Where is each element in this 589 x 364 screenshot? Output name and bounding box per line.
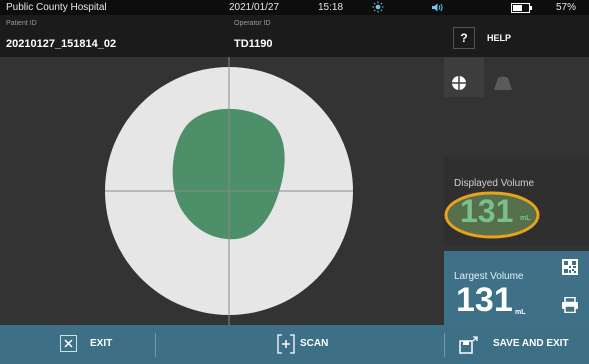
largest-volume-unit: mL bbox=[515, 309, 526, 316]
status-bar: Public County Hospital 2021/01/27 15:18 … bbox=[0, 0, 589, 15]
hospital-name: Public County Hospital bbox=[6, 2, 107, 13]
largest-volume-value: 131 bbox=[456, 281, 513, 319]
time-text: 15:18 bbox=[318, 2, 344, 13]
scan-button[interactable]: SCAN bbox=[300, 338, 328, 349]
barcode-icon[interactable] bbox=[562, 259, 578, 280]
crosshair-view-icon bbox=[451, 75, 467, 91]
divider bbox=[444, 333, 445, 357]
scan-display bbox=[105, 57, 353, 325]
displayed-volume-value: 131 bbox=[460, 193, 514, 229]
battery-percent: 57% bbox=[556, 2, 577, 13]
exit-label[interactable]: EXIT bbox=[90, 338, 112, 349]
divider bbox=[155, 333, 156, 357]
displayed-volume-panel: Displayed Volume 131 mL bbox=[444, 157, 589, 246]
help-icon: ? bbox=[460, 31, 468, 45]
action-bar: EXIT SCAN SAVE AND EXIT bbox=[0, 325, 589, 364]
operator-id-value: TD1190 bbox=[234, 38, 273, 50]
operator-id-label: Operator ID bbox=[234, 20, 271, 27]
largest-volume-panel: Largest Volume 131 mL bbox=[444, 251, 589, 325]
sector-view-icon bbox=[494, 76, 512, 90]
save-icon[interactable] bbox=[459, 335, 479, 360]
patient-header: Patient ID 20210127_151814_02 Operator I… bbox=[0, 15, 589, 57]
exit-button[interactable] bbox=[60, 335, 77, 352]
scan-icon[interactable] bbox=[276, 333, 296, 360]
date-text: 2021/01/27 bbox=[229, 2, 280, 13]
patient-id-value: 20210127_151814_02 bbox=[6, 38, 117, 50]
view-tabs bbox=[444, 57, 589, 97]
printer-icon[interactable] bbox=[561, 296, 579, 318]
save-and-exit-button[interactable]: SAVE AND EXIT bbox=[493, 338, 569, 349]
tab-sector-view[interactable] bbox=[484, 57, 524, 97]
tab-crosshair-view[interactable] bbox=[444, 57, 484, 97]
displayed-volume-label: Displayed Volume bbox=[454, 178, 535, 189]
displayed-volume-unit: mL bbox=[520, 215, 531, 222]
close-icon bbox=[64, 339, 73, 348]
help-label[interactable]: HELP bbox=[487, 33, 511, 43]
patient-id-label: Patient ID bbox=[6, 20, 37, 27]
help-button[interactable]: ? bbox=[453, 27, 475, 49]
